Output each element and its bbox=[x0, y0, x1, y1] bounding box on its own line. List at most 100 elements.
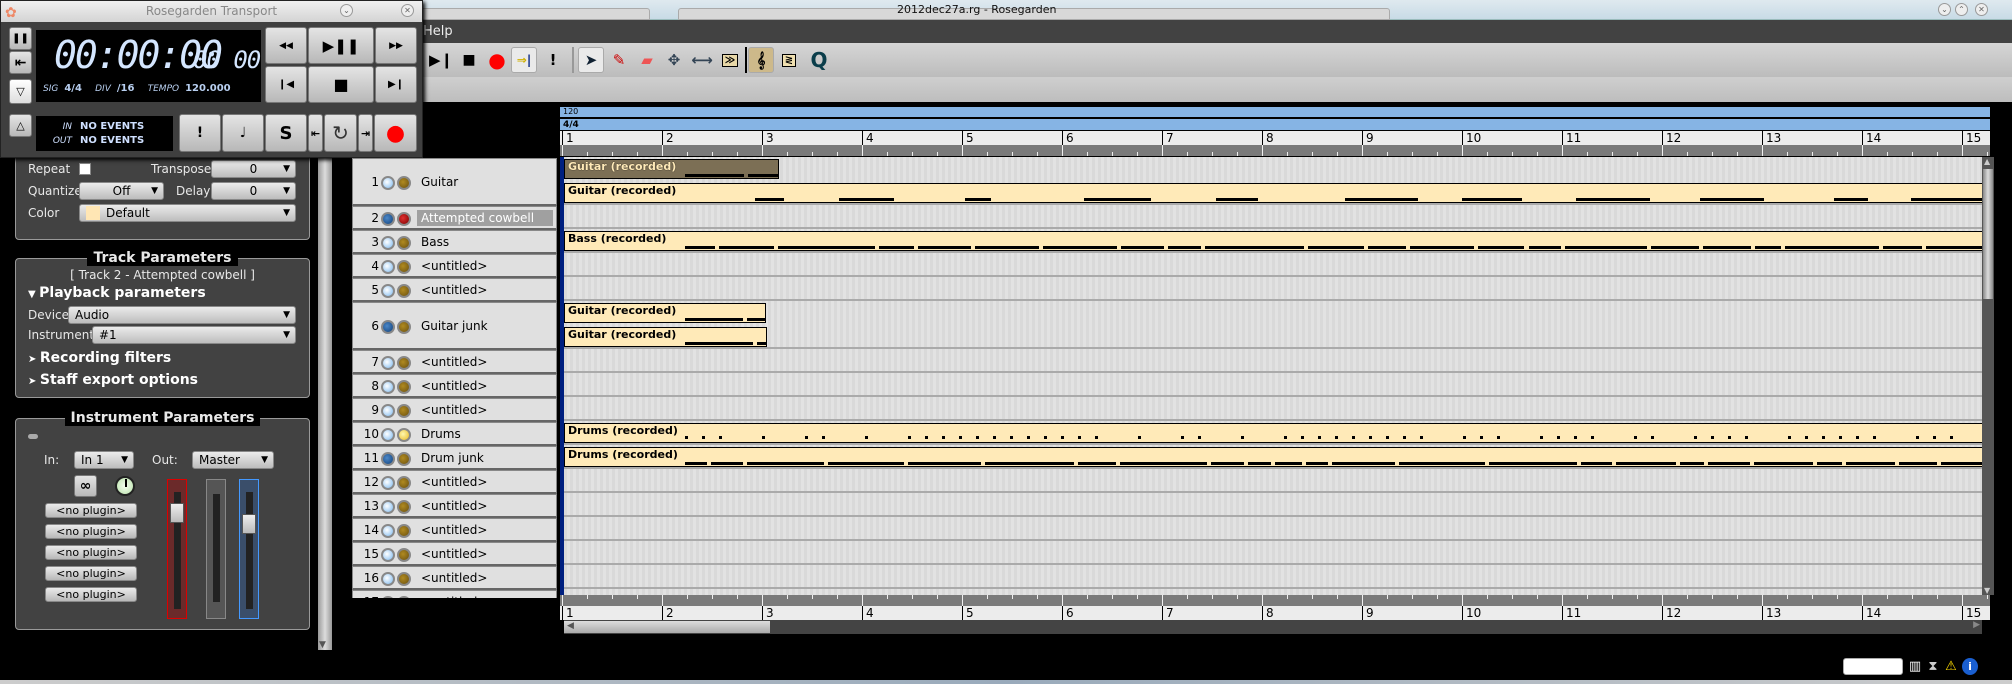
segment[interactable]: Guitar (recorded) bbox=[564, 303, 766, 323]
record-led-icon[interactable] bbox=[397, 452, 411, 466]
record-led-icon[interactable] bbox=[397, 356, 411, 370]
segment[interactable]: Drums (recorded) bbox=[564, 423, 1982, 443]
track-name[interactable]: Guitar bbox=[417, 174, 462, 190]
track-name[interactable]: Drum junk bbox=[417, 450, 488, 466]
record-led-icon[interactable] bbox=[397, 284, 411, 298]
erase-tool-button[interactable]: ▰ bbox=[634, 47, 660, 73]
record-led-icon[interactable] bbox=[397, 572, 411, 586]
set-loop-end-button[interactable]: ⇥ bbox=[358, 114, 373, 152]
rewind-button[interactable]: ◀◀ bbox=[265, 27, 307, 64]
stop-button[interactable]: ■ bbox=[456, 47, 482, 73]
set-loop-start-button[interactable]: ⇤ bbox=[308, 114, 323, 152]
track-name[interactable]: <untitled> bbox=[417, 258, 491, 274]
fast-forward-to-end-button[interactable]: ▶❙ bbox=[428, 47, 454, 73]
track-row[interactable]: 3 Bass bbox=[352, 230, 557, 254]
record-led-icon[interactable] bbox=[397, 476, 411, 490]
instrument-dropdown[interactable]: #1 ▼ bbox=[92, 326, 296, 344]
segment[interactable]: Guitar (recorded) bbox=[564, 183, 1982, 203]
maximize-button[interactable]: ⌃ bbox=[1955, 3, 1968, 16]
collapse-handle[interactable] bbox=[28, 434, 38, 439]
track-row[interactable]: 4 <untitled> bbox=[352, 254, 557, 278]
solo-button[interactable]: S bbox=[265, 114, 307, 152]
mute-led-icon[interactable] bbox=[381, 572, 395, 586]
fast-forward-button[interactable]: ▶▶ bbox=[375, 27, 417, 64]
track-lane[interactable] bbox=[564, 397, 1982, 421]
repeat-checkbox[interactable] bbox=[79, 163, 91, 175]
track-name[interactable]: <untitled> bbox=[417, 522, 491, 538]
scroll-right-icon[interactable]: ▶ bbox=[1973, 620, 1980, 630]
track-name[interactable]: <untitled> bbox=[417, 546, 491, 562]
record-led-icon[interactable] bbox=[397, 380, 411, 394]
plugin-slot-2[interactable]: <no plugin> bbox=[45, 524, 137, 539]
mute-led-icon[interactable] bbox=[381, 320, 395, 334]
device-dropdown[interactable]: Audio ▼ bbox=[68, 306, 296, 324]
menu-help[interactable]: Help bbox=[423, 24, 453, 39]
mute-led-icon[interactable] bbox=[381, 452, 395, 466]
track-name[interactable]: <untitled> bbox=[417, 402, 491, 418]
track-name[interactable]: <untitled> bbox=[417, 498, 491, 514]
transpose-dropdown[interactable]: 0 ▼ bbox=[211, 160, 296, 178]
horizontal-scrollbar[interactable]: ◀ ▶ bbox=[564, 620, 1982, 634]
scroll-down-icon[interactable]: ▼ bbox=[1984, 586, 1990, 595]
track-name[interactable]: <untitled> bbox=[417, 378, 491, 394]
segment[interactable]: Bass (recorded) bbox=[564, 231, 1982, 251]
mute-led-icon[interactable] bbox=[381, 548, 395, 562]
plugin-slot-4[interactable]: <no plugin> bbox=[45, 566, 137, 581]
track-name[interactable]: <untitled> bbox=[417, 570, 491, 586]
plugin-slot-1[interactable]: <no plugin> bbox=[45, 503, 137, 518]
staff-export-toggle[interactable]: ➤ Staff export options bbox=[28, 372, 198, 388]
track-row[interactable]: 7 <untitled> bbox=[352, 350, 557, 374]
stereo-toggle-button[interactable]: ∞ bbox=[74, 475, 97, 497]
segment[interactable]: Drums (recorded) bbox=[564, 447, 1982, 467]
track-lane[interactable] bbox=[564, 349, 1982, 373]
parameter-panel-scrollbar[interactable]: ▼ bbox=[318, 140, 332, 650]
time-signature-ruler[interactable]: 4/4 bbox=[560, 119, 1990, 131]
track-row[interactable]: 13 <untitled> bbox=[352, 494, 557, 518]
track-lane[interactable] bbox=[564, 253, 1982, 277]
pan-knob[interactable] bbox=[115, 476, 135, 496]
segment[interactable]: Guitar (recorded) bbox=[564, 159, 779, 179]
delay-dropdown[interactable]: 0 ▼ bbox=[211, 182, 296, 200]
track-name[interactable]: <untitled> bbox=[417, 354, 491, 370]
resize-tool-button[interactable]: ⟷ bbox=[689, 47, 715, 73]
track-name[interactable]: Bass bbox=[417, 234, 453, 250]
mute-led-icon[interactable] bbox=[381, 284, 395, 298]
track-name[interactable]: Attempted cowbell bbox=[417, 210, 553, 226]
draw-tool-button[interactable]: ✎ bbox=[606, 47, 632, 73]
record-led-icon[interactable] bbox=[397, 404, 411, 418]
split-tool-button[interactable]: 𝄞 bbox=[748, 47, 774, 73]
record-button[interactable]: ● bbox=[484, 47, 510, 73]
move-tool-button[interactable]: ✥ bbox=[661, 47, 687, 73]
mute-led-icon[interactable] bbox=[381, 500, 395, 514]
loop-button[interactable]: ↻ bbox=[324, 114, 357, 152]
record-led-icon[interactable] bbox=[397, 320, 411, 334]
segment-area[interactable]: Guitar (recorded) Guitar (recorded) Bass (… bbox=[560, 157, 1982, 595]
track-name[interactable]: <untitled> bbox=[417, 594, 491, 598]
collapse-transport-button[interactable]: ▽ bbox=[9, 79, 32, 104]
track-row[interactable]: 9 <untitled> bbox=[352, 398, 557, 422]
track-lane[interactable] bbox=[564, 373, 1982, 397]
transport-panic-button[interactable]: ! bbox=[179, 114, 221, 152]
fader-handle[interactable] bbox=[242, 513, 256, 534]
plugin-slot-3[interactable]: <no plugin> bbox=[45, 545, 137, 560]
output-fader[interactable] bbox=[239, 479, 259, 619]
track-lane[interactable] bbox=[564, 541, 1982, 565]
input-dropdown[interactable]: In 1 ▼ bbox=[74, 451, 134, 469]
input-fader[interactable] bbox=[167, 479, 187, 619]
track-row[interactable]: 1 Guitar bbox=[352, 158, 557, 206]
track-row[interactable]: 8 <untitled> bbox=[352, 374, 557, 398]
join-tool-button[interactable]: ≫ bbox=[717, 47, 743, 73]
to-end-button[interactable]: ▶❙ bbox=[375, 66, 417, 103]
mute-led-icon[interactable] bbox=[381, 356, 395, 370]
track-row[interactable]: 12 <untitled> bbox=[352, 470, 557, 494]
output-dropdown[interactable]: Master ▼ bbox=[192, 451, 274, 469]
fader-handle[interactable] bbox=[170, 503, 184, 524]
panic-button[interactable]: ! bbox=[540, 47, 566, 73]
close-window-button[interactable]: ✕ bbox=[1975, 3, 1988, 16]
record-led-icon[interactable] bbox=[397, 548, 411, 562]
record-led-icon[interactable] bbox=[397, 236, 411, 250]
status-input[interactable] bbox=[1843, 658, 1903, 675]
recording-filters-toggle[interactable]: ➤ Recording filters bbox=[28, 350, 171, 366]
bar-ruler-top[interactable]: 1 2 3 4 5 6 7 8 9 10 11 12 13 14 15 bbox=[560, 131, 1990, 145]
transport-record-button[interactable]: ● bbox=[374, 114, 417, 152]
